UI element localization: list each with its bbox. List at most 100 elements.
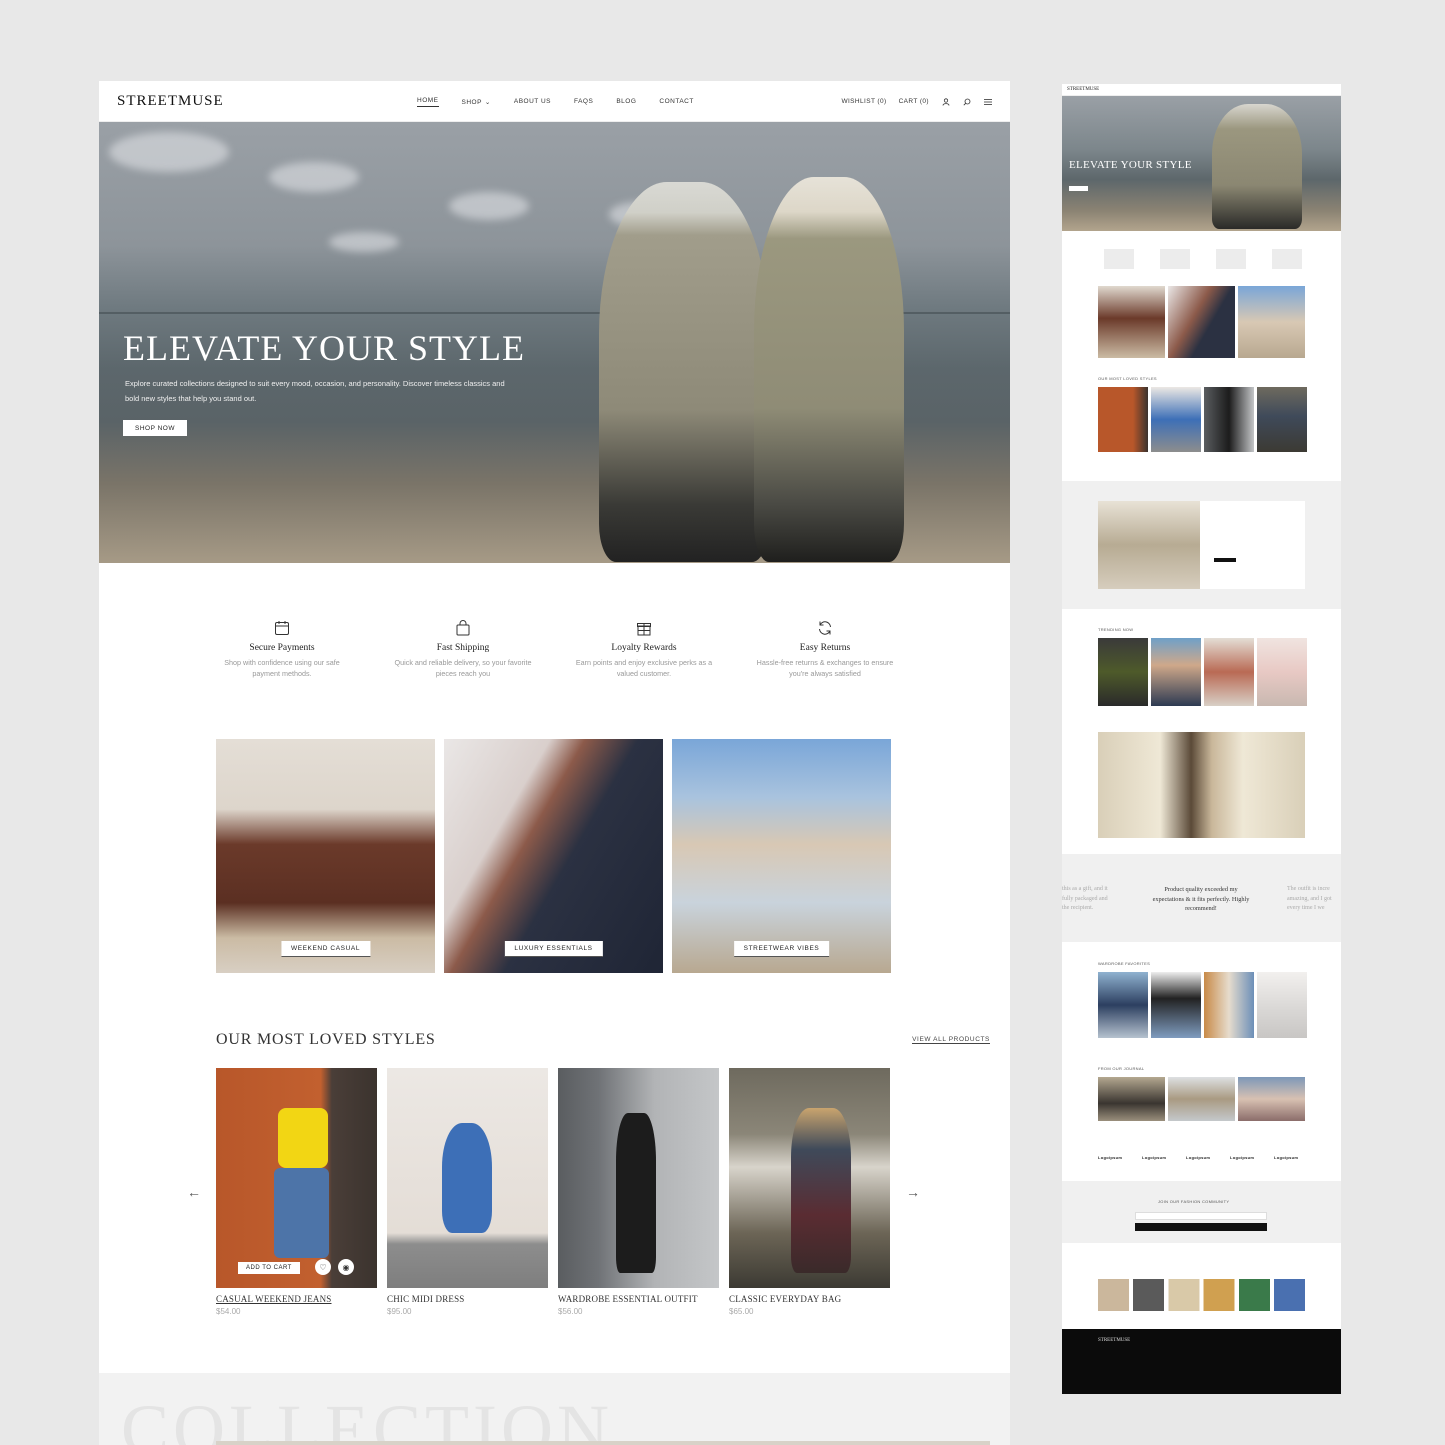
feature-title: Secure Payments	[249, 643, 315, 653]
wishlist-link[interactable]: WISHLIST (0)	[841, 98, 886, 105]
hero-cloud	[269, 162, 359, 192]
mini-hero-figures	[1212, 104, 1302, 229]
mini-instagram-row	[1098, 1279, 1305, 1311]
menu-icon[interactable]	[983, 97, 992, 106]
category-tag[interactable]: LUXURY ESSENTIALS	[504, 941, 603, 957]
mini-loved-1	[1098, 387, 1148, 452]
product-figure	[442, 1123, 492, 1233]
feature-title: Fast Shipping	[436, 643, 490, 653]
product-figure	[616, 1113, 656, 1273]
product-figure	[274, 1168, 329, 1258]
mini-loved-2	[1151, 387, 1201, 452]
nav-blog[interactable]: BLOG	[616, 98, 636, 105]
mini-collection-image	[1098, 501, 1200, 589]
search-icon[interactable]	[962, 97, 971, 106]
mini-trending-2	[1151, 638, 1201, 706]
category-tag[interactable]: WEEKEND CASUAL	[280, 941, 371, 957]
product-card[interactable]: CLASSIC EVERYDAY BAG $65.00	[729, 1068, 890, 1316]
nav-about[interactable]: ABOUT US	[514, 98, 551, 105]
feature-secure-payments: Secure Payments Shop with confidence usi…	[212, 619, 352, 679]
wishlist-heart-icon[interactable]: ♡	[315, 1259, 331, 1275]
feature-title: Easy Returns	[799, 643, 851, 653]
nav-shop[interactable]: SHOP ⌄	[462, 98, 491, 106]
mini-category-2	[1168, 286, 1235, 358]
hero-cloud	[329, 232, 399, 252]
main-page-preview: STREETMUSE HOME SHOP ⌄ ABOUT US FAQS BLOG…	[99, 81, 1010, 1445]
product-name[interactable]: CLASSIC EVERYDAY BAG	[729, 1294, 890, 1304]
nav-shop-label: SHOP	[461, 98, 482, 106]
product-price: $95.00	[387, 1307, 412, 1316]
nav-utilities: WISHLIST (0) CART (0)	[841, 81, 992, 122]
feature-text: Quick and reliable delivery, so your fav…	[394, 658, 532, 678]
collection-image-top	[216, 1441, 990, 1445]
mini-category-1	[1098, 286, 1165, 358]
loved-section-title: OUR MOST LOVED STYLES	[216, 1031, 436, 1048]
collection-band: COLLECTION	[99, 1373, 1010, 1445]
product-image[interactable]	[729, 1068, 890, 1288]
hero-description: Explore curated collections designed to …	[125, 379, 505, 403]
hero-cloud	[109, 132, 229, 172]
brand-logo[interactable]: STREETMUSE	[117, 93, 224, 110]
hero-cloud	[449, 192, 529, 220]
mini-section-trending: TRENDING NOW	[1098, 627, 1134, 632]
nav-home[interactable]: HOME	[417, 97, 439, 107]
carousel-prev-arrow[interactable]: ←	[187, 1184, 201, 1200]
hero-banner: ELEVATE YOUR STYLE Explore curated colle…	[99, 122, 1010, 563]
calendar-icon	[273, 619, 291, 637]
mini-wardrobe-1	[1098, 972, 1148, 1038]
mini-category-3	[1238, 286, 1305, 358]
cart-link[interactable]: CART (0)	[899, 98, 929, 105]
mini-logo-2: Logoipsum	[1142, 1155, 1167, 1160]
mini-logo-3: Logoipsum	[1186, 1155, 1211, 1160]
mini-email-input	[1135, 1212, 1267, 1220]
product-name[interactable]: WARDROBE ESSENTIAL OUTFIT	[558, 1294, 719, 1304]
product-price: $65.00	[729, 1307, 754, 1316]
feature-loyalty-rewards: Loyalty Rewards Earn points and enjoy ex…	[574, 619, 714, 679]
product-price: $54.00	[216, 1307, 241, 1316]
mini-journal-1	[1098, 1077, 1165, 1121]
product-image[interactable]	[558, 1068, 719, 1288]
mini-navbar: STREETMUSE	[1062, 84, 1341, 96]
collection-watermark-text: COLLECTION	[121, 1390, 613, 1445]
quick-view-eye-icon[interactable]: ◉	[338, 1259, 354, 1275]
product-price: $56.00	[558, 1307, 583, 1316]
product-name[interactable]: CASUAL WEEKEND JEANS	[216, 1294, 377, 1304]
user-icon[interactable]	[941, 97, 950, 106]
mini-section-loved: OUR MOST LOVED STYLES	[1098, 376, 1157, 381]
top-navbar: STREETMUSE HOME SHOP ⌄ ABOUT US FAQS BLOG…	[99, 81, 1010, 122]
product-card[interactable]: CHIC MIDI DRESS $95.00	[387, 1068, 548, 1316]
mini-collection-button	[1214, 558, 1236, 562]
carousel-next-arrow[interactable]: →	[906, 1184, 920, 1200]
mini-logo-5: Logoipsum	[1274, 1155, 1299, 1160]
category-card-luxury-essentials[interactable]: LUXURY ESSENTIALS	[444, 739, 663, 973]
product-card[interactable]: ADD TO CART ♡ ◉ CASUAL WEEKEND JEANS $54…	[216, 1068, 377, 1316]
category-tag[interactable]: STREETWEAR VIBES	[733, 941, 830, 957]
view-all-products-link[interactable]: VIEW ALL PRODUCTS	[912, 1036, 990, 1044]
mini-community-title: JOIN OUR FASHION COMMUNITY	[1158, 1199, 1230, 1204]
feature-easy-returns: Easy Returns Hassle-free returns & excha…	[755, 619, 895, 679]
hero-figure-right	[754, 177, 904, 562]
mini-brand-logo: STREETMUSE	[1067, 87, 1100, 92]
mini-loved-3	[1204, 387, 1254, 452]
shop-now-button[interactable]: SHOP NOW	[123, 420, 187, 436]
mini-footer: STREETMUSE	[1062, 1329, 1341, 1394]
mini-hero: ELEVATE YOUR STYLE	[1062, 96, 1341, 231]
category-card-streetwear-vibes[interactable]: STREETWEAR VIBES	[672, 739, 891, 973]
mini-loved-4	[1257, 387, 1307, 452]
feature-text: Earn points and enjoy exclusive perks as…	[575, 658, 713, 678]
mini-wardrobe-4	[1257, 972, 1307, 1038]
product-card[interactable]: WARDROBE ESSENTIAL OUTFIT $56.00	[558, 1068, 719, 1316]
product-name[interactable]: CHIC MIDI DRESS	[387, 1294, 548, 1304]
main-menu: HOME SHOP ⌄ ABOUT US FAQS BLOG CONTACT	[417, 81, 717, 122]
product-image[interactable]: ADD TO CART ♡ ◉	[216, 1068, 377, 1288]
category-card-weekend-casual[interactable]: WEEKEND CASUAL	[216, 739, 435, 973]
mini-features	[1092, 249, 1312, 269]
mini-journal-2	[1168, 1077, 1235, 1121]
product-image[interactable]	[387, 1068, 548, 1288]
mini-logo-1: Logoipsum	[1098, 1155, 1123, 1160]
mini-quote-right: The outfit is incre amazing, and I got e…	[1287, 886, 1332, 911]
add-to-cart-button[interactable]: ADD TO CART	[238, 1262, 300, 1274]
feature-text: Hassle-free returns & exchanges to ensur…	[756, 658, 894, 678]
nav-contact[interactable]: CONTACT	[659, 98, 693, 105]
nav-faqs[interactable]: FAQS	[574, 98, 593, 105]
